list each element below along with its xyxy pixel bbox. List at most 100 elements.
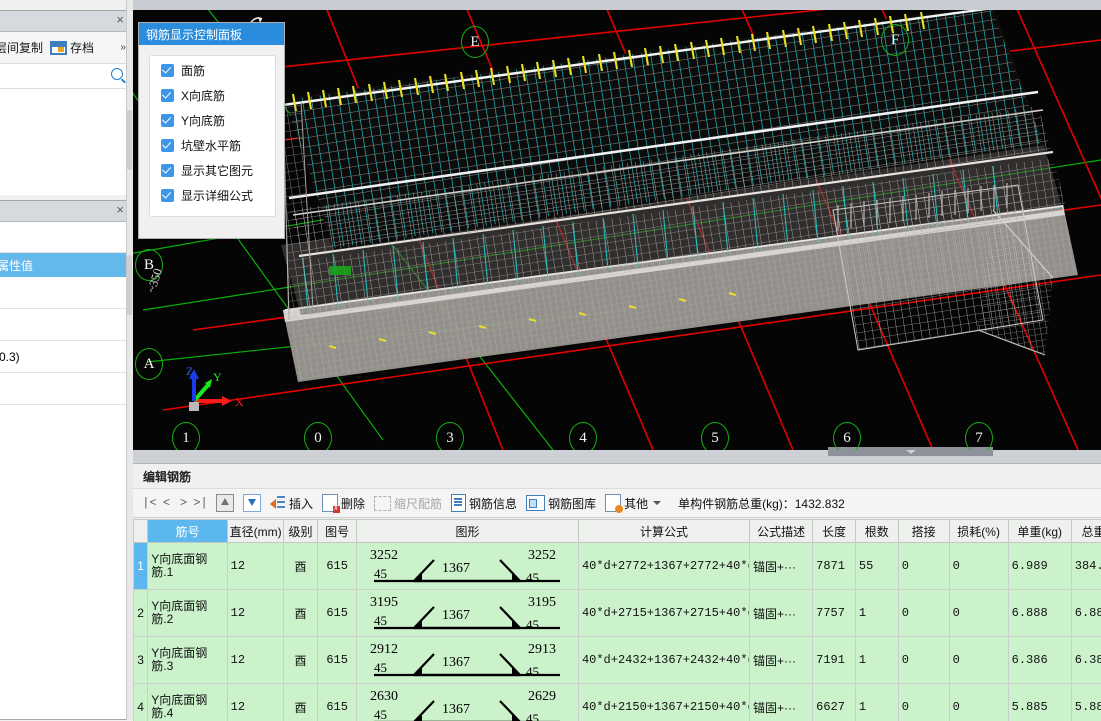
rebar-library-button[interactable]: 钢筋图库 bbox=[526, 495, 596, 512]
axis-bubble-1[interactable]: 1 bbox=[172, 422, 200, 450]
checkbox-row-kengbi-shuipingjin[interactable]: 坑壁水平筋 bbox=[161, 134, 275, 156]
property-row[interactable] bbox=[0, 309, 129, 341]
cell-total_w[interactable]: 6.888 bbox=[1071, 590, 1101, 637]
axis-bubble-F[interactable]: F bbox=[881, 24, 909, 56]
axis-bubble-5[interactable]: 5 bbox=[701, 422, 729, 450]
move-down-button[interactable] bbox=[243, 494, 261, 512]
cell-formula[interactable]: 40*d+2772+1367+2772+40*d bbox=[578, 543, 749, 590]
cell-shape[interactable]: 2912451367291345 bbox=[356, 637, 578, 684]
chevron-down-icon[interactable] bbox=[653, 501, 661, 505]
cell-total_w[interactable]: 6.386 bbox=[1071, 637, 1101, 684]
cell-diameter[interactable]: 12 bbox=[227, 543, 283, 590]
cell-unit_w[interactable]: 5.885 bbox=[1008, 684, 1071, 721]
cell-figure_no[interactable]: 615 bbox=[318, 543, 357, 590]
other-button[interactable]: 其他 bbox=[605, 494, 661, 512]
dock-grip[interactable] bbox=[127, 255, 132, 315]
cell-lap[interactable]: 0 bbox=[898, 590, 949, 637]
column-header-diameter[interactable]: 直径(mm) bbox=[227, 520, 283, 543]
cell-desc[interactable]: 锚固+··· bbox=[750, 543, 813, 590]
axis-bubble-7[interactable]: 7 bbox=[965, 422, 993, 450]
column-header-lap[interactable]: 搭接 bbox=[898, 520, 949, 543]
checkbox-row-x-dijin[interactable]: X向底筋 bbox=[161, 84, 275, 106]
checkbox-checked-icon[interactable] bbox=[161, 189, 174, 202]
archive-button[interactable]: 存档 bbox=[50, 39, 94, 56]
cell-loss[interactable]: 0 bbox=[949, 590, 1008, 637]
axis-bubble-6[interactable]: 6 bbox=[833, 422, 861, 450]
cell-lap[interactable]: 0 bbox=[898, 543, 949, 590]
checkbox-row-show-other-elements[interactable]: 显示其它图元 bbox=[161, 159, 275, 181]
layer-copy-button[interactable]: 层间复制 bbox=[0, 39, 43, 56]
rebar-table-scroll[interactable]: 筋号直径(mm)级别图号图形计算公式公式描述长度根数搭接损耗(%)单重(kg)总… bbox=[133, 519, 1101, 721]
checkbox-row-y-dijin[interactable]: Y向底筋 bbox=[161, 109, 275, 131]
cell-length[interactable]: 7757 bbox=[813, 590, 856, 637]
cell-desc[interactable]: 锚固+··· bbox=[750, 590, 813, 637]
column-header-unit_w[interactable]: 单重(kg) bbox=[1008, 520, 1071, 543]
column-header-count[interactable]: 根数 bbox=[855, 520, 898, 543]
cell-shape[interactable]: 3195451367319545 bbox=[356, 590, 578, 637]
column-header-formula[interactable]: 计算公式 bbox=[578, 520, 749, 543]
property-row[interactable]: (0.3) bbox=[0, 341, 129, 373]
dialog-title[interactable]: 钢筋显示控制面板 bbox=[139, 23, 284, 45]
column-header-grade[interactable]: 级别 bbox=[283, 520, 318, 543]
cell-desc[interactable]: 锚固+··· bbox=[750, 637, 813, 684]
cell-grade[interactable]: ⾣ bbox=[283, 543, 318, 590]
axis-gizmo[interactable]: X Y Z bbox=[178, 355, 248, 425]
cell-figure_no[interactable]: 615 bbox=[318, 637, 357, 684]
cell-length[interactable]: 7191 bbox=[813, 637, 856, 684]
nav-first-button[interactable]: |< bbox=[141, 496, 158, 510]
axis-bubble-A[interactable]: A bbox=[135, 348, 163, 380]
checkbox-checked-icon[interactable] bbox=[161, 89, 174, 102]
cell-total_w[interactable]: 384.395 bbox=[1071, 543, 1101, 590]
cell-grade[interactable]: ⾣ bbox=[283, 637, 318, 684]
close-icon[interactable]: × bbox=[116, 203, 124, 217]
cell-diameter[interactable]: 12 bbox=[227, 637, 283, 684]
cell-figure_no[interactable]: 615 bbox=[318, 684, 357, 721]
cell-count[interactable]: 55 bbox=[855, 543, 898, 590]
cell-grade[interactable]: ⾣ bbox=[283, 590, 318, 637]
column-header-total_w[interactable]: 总重(kg bbox=[1071, 520, 1101, 543]
nav-last-button[interactable]: >| bbox=[192, 496, 209, 510]
cell-loss[interactable]: 0 bbox=[949, 543, 1008, 590]
close-icon[interactable]: × bbox=[116, 13, 124, 27]
cell-name[interactable]: Y向底面钢筋.3 bbox=[148, 637, 227, 684]
cell-figure_no[interactable]: 615 bbox=[318, 590, 357, 637]
cell-total_w[interactable]: 5.885 bbox=[1071, 684, 1101, 721]
cell-length[interactable]: 7871 bbox=[813, 543, 856, 590]
cell-loss[interactable]: 0 bbox=[949, 637, 1008, 684]
cell-shape[interactable]: 2630451367262945 bbox=[356, 684, 578, 721]
row-number-cell[interactable]: 4 bbox=[134, 684, 148, 721]
cell-unit_w[interactable]: 6.386 bbox=[1008, 637, 1071, 684]
cell-unit_w[interactable]: 6.888 bbox=[1008, 590, 1071, 637]
cell-name[interactable]: Y向底面钢筋.2 bbox=[148, 590, 227, 637]
checkbox-checked-icon[interactable] bbox=[161, 139, 174, 152]
axis-bubble-E[interactable]: E bbox=[461, 26, 489, 58]
cell-lap[interactable]: 0 bbox=[898, 684, 949, 721]
cell-grade[interactable]: ⾣ bbox=[283, 684, 318, 721]
table-row[interactable]: 3Y向底面钢筋.312⾣615291245136729134540*d+2432… bbox=[134, 637, 1101, 684]
cell-length[interactable]: 6627 bbox=[813, 684, 856, 721]
axis-bubble-3[interactable]: 3 bbox=[436, 422, 464, 450]
row-number-cell[interactable]: 3 bbox=[134, 637, 148, 684]
cell-loss[interactable]: 0 bbox=[949, 684, 1008, 721]
row-number-cell[interactable]: 1 bbox=[134, 543, 148, 590]
cell-formula[interactable]: 40*d+2432+1367+2432+40*d bbox=[578, 637, 749, 684]
checkbox-row-show-detail-formula[interactable]: 显示详细公式 bbox=[161, 184, 275, 206]
table-row[interactable]: 1Y向底面钢筋.112⾣615325245136732524540*d+2772… bbox=[134, 543, 1101, 590]
cell-name[interactable]: Y向底面钢筋.1 bbox=[148, 543, 227, 590]
axis-bubble-4[interactable]: 4 bbox=[569, 422, 597, 450]
cell-shape[interactable]: 3252451367325245 bbox=[356, 543, 578, 590]
cell-count[interactable]: 1 bbox=[855, 637, 898, 684]
cell-formula[interactable]: 40*d+2715+1367+2715+40*d bbox=[578, 590, 749, 637]
cell-diameter[interactable]: 12 bbox=[227, 684, 283, 721]
table-row[interactable]: 2Y向底面钢筋.212⾣615319545136731954540*d+2715… bbox=[134, 590, 1101, 637]
table-row[interactable]: 4Y向底面钢筋.412⾣615263045136726294540*d+2150… bbox=[134, 684, 1101, 721]
checkbox-checked-icon[interactable] bbox=[161, 114, 174, 127]
toolbar-overflow-icon[interactable]: ›› bbox=[120, 42, 125, 53]
nav-next-button[interactable]: > bbox=[175, 496, 192, 510]
delete-button[interactable]: 删除 bbox=[322, 494, 365, 512]
rebar-info-button[interactable]: 钢筋信息 bbox=[451, 494, 517, 512]
dock-grip[interactable] bbox=[127, 110, 132, 170]
cell-count[interactable]: 1 bbox=[855, 590, 898, 637]
move-up-button[interactable] bbox=[216, 494, 234, 512]
checkbox-row-mianjin[interactable]: 面筋 bbox=[161, 59, 275, 81]
